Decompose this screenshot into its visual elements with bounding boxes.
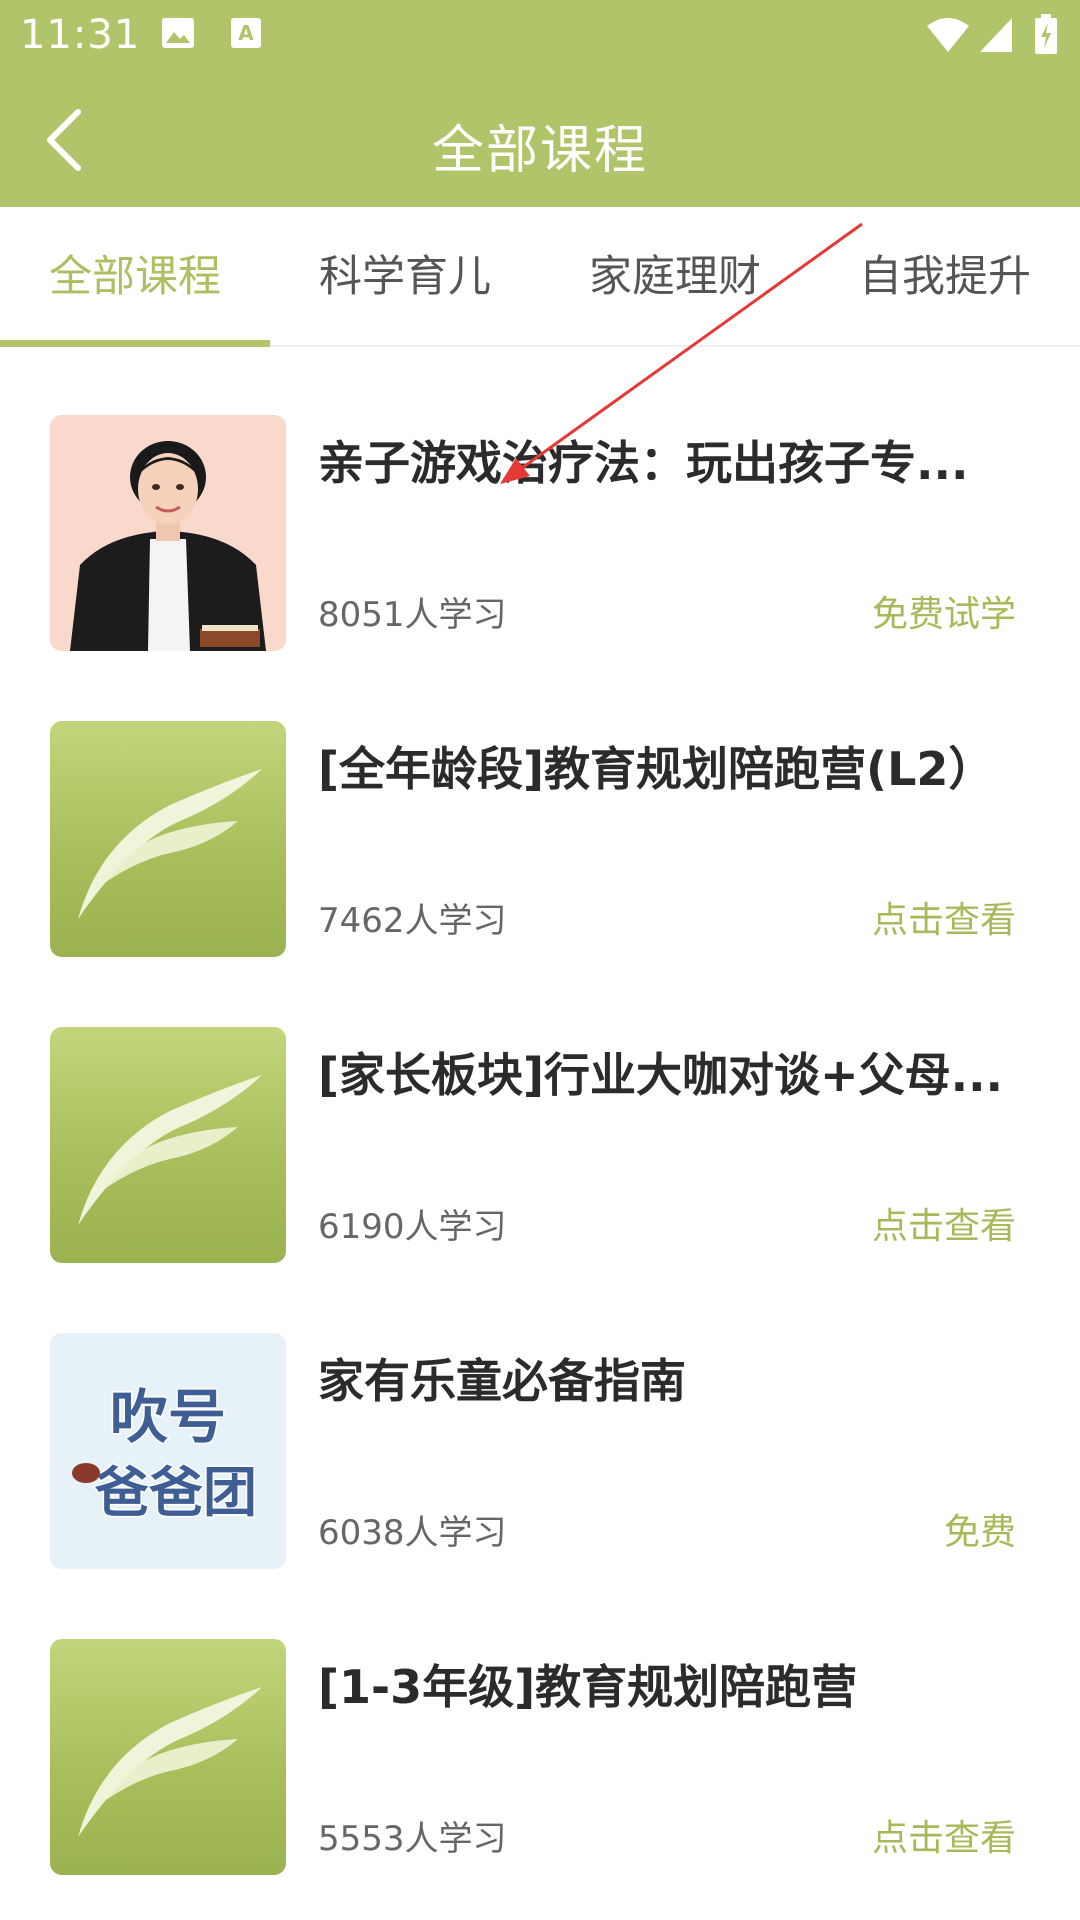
tab-all-courses[interactable]: 全部课程 — [0, 207, 270, 347]
course-action-link[interactable]: 免费试学 — [872, 585, 1016, 637]
course-title: 家有乐童必备指南 — [318, 1354, 686, 1408]
leaf-logo-icon — [78, 1687, 262, 1837]
course-item[interactable]: [全年龄段]教育规划陪跑营(L2） 7462人学习 点击查看 — [0, 721, 1080, 1027]
image-notification-icon — [162, 18, 194, 48]
svg-text:爸爸团: 爸爸团 — [94, 1461, 257, 1524]
app-header: 11:31 A 全部课程 — [0, 0, 1080, 207]
battery-icon — [1035, 14, 1057, 54]
blow-horn-dads-logo-icon: 吹号 爸爸团 — [50, 1333, 286, 1569]
learner-count: 6038人学习 — [318, 1513, 507, 1553]
course-title: [家长板块]行业大咖对谈+父母... — [318, 1048, 1004, 1102]
page-title: 全部课程 — [431, 121, 648, 181]
svg-text:A: A — [238, 21, 254, 45]
text-notification-icon: A — [231, 18, 261, 48]
course-thumbnail — [50, 1639, 286, 1875]
learner-count: 8051人学习 — [318, 595, 507, 635]
course-action-link[interactable]: 点击查看 — [872, 1197, 1016, 1249]
teacher-portrait-icon — [50, 415, 286, 651]
learner-count: 6190人学习 — [318, 1207, 507, 1247]
course-title: [全年龄段]教育规划陪跑营(L2） — [318, 742, 995, 796]
tab-family-finance[interactable]: 家庭理财 — [540, 207, 810, 347]
course-action-link[interactable]: 点击查看 — [872, 891, 1016, 943]
wifi-icon — [927, 18, 969, 52]
course-action-link[interactable]: 点击查看 — [872, 1809, 1016, 1861]
course-thumbnail — [50, 415, 286, 651]
leaf-logo-icon — [78, 769, 262, 919]
tab-self-improvement[interactable]: 自我提升 — [810, 207, 1080, 347]
course-thumbnail — [50, 721, 286, 957]
course-item[interactable]: [家长板块]行业大咖对谈+父母... 6190人学习 点击查看 — [0, 1027, 1080, 1333]
active-tab-indicator — [0, 340, 270, 347]
course-thumbnail — [50, 1027, 286, 1263]
course-item[interactable]: 吹号 爸爸团 家有乐童必备指南 6038人学习 免费 — [0, 1333, 1080, 1639]
leaf-logo-icon — [78, 1075, 262, 1225]
course-title: 亲子游戏治疗法：玩出孩子专... — [318, 436, 969, 490]
category-tabs: 全部课程 科学育儿 家庭理财 自我提升 — [0, 207, 1080, 347]
course-item[interactable]: [1-3年级]教育规划陪跑营 5553人学习 点击查看 — [0, 1639, 1080, 1920]
svg-text:吹号: 吹号 — [110, 1383, 226, 1451]
course-action-link[interactable]: 免费 — [944, 1503, 1016, 1555]
course-title: [1-3年级]教育规划陪跑营 — [318, 1660, 858, 1714]
learner-count: 7462人学习 — [318, 901, 507, 941]
cell-signal-icon — [980, 18, 1012, 52]
course-thumbnail: 吹号 爸爸团 — [50, 1333, 286, 1569]
status-time: 11:31 — [20, 12, 141, 58]
course-item[interactable]: 亲子游戏治疗法：玩出孩子专... 8051人学习 免费试学 — [0, 415, 1080, 721]
learner-count: 5553人学习 — [318, 1819, 507, 1859]
tab-scientific-parenting[interactable]: 科学育儿 — [270, 207, 540, 347]
